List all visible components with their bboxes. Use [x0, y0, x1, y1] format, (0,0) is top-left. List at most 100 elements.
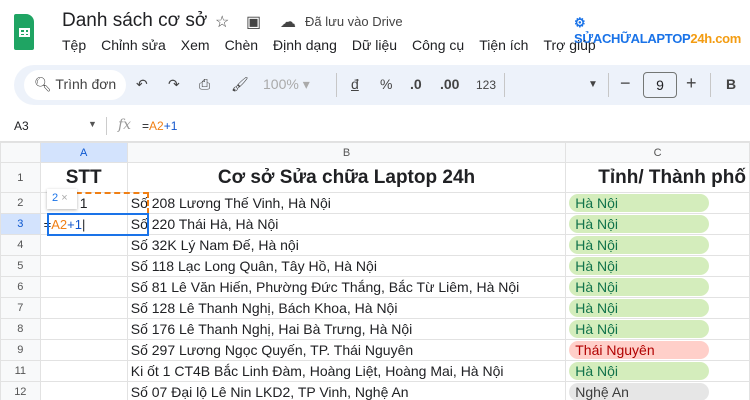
percent-button[interactable]: %	[380, 76, 392, 92]
increase-font-size-button[interactable]: +	[686, 73, 697, 94]
cell-address[interactable]: Số 128 Lê Thanh Nghị, Bách Khoa, Hà Nội	[126, 297, 567, 319]
column-header-c[interactable]: C	[565, 142, 750, 163]
cell-province[interactable]: Hà Nội	[565, 360, 750, 382]
spreadsheet-grid[interactable]: A B C 1 STT Cơ sở Sửa chữa Laptop 24h Tỉ…	[0, 142, 750, 400]
cell-stt[interactable]	[39, 318, 128, 340]
cell-stt[interactable]	[39, 381, 128, 400]
print-icon[interactable]: ⎙	[199, 76, 210, 93]
menu-item[interactable]: Tệp	[62, 37, 86, 53]
cell-province[interactable]: Hà Nội	[565, 213, 750, 235]
cell-address[interactable]: Số 297 Lương Ngọc Quyến, TP. Thái Nguyên	[126, 339, 567, 361]
menu-item[interactable]: Chỉnh sửa	[101, 37, 166, 53]
cell-stt[interactable]	[39, 255, 128, 277]
formula-ref: A2	[149, 119, 164, 133]
formula-eq: =	[142, 119, 150, 133]
province-chip[interactable]: Hà Nội	[569, 278, 710, 296]
cell-address[interactable]: Số 118 Lạc Long Quân, Tây Hồ, Hà Nội	[126, 255, 567, 277]
menu-item[interactable]: Định dạng	[273, 37, 337, 53]
row-header[interactable]: 12	[0, 381, 41, 400]
table-row: 11 Ki ốt 1 CT4B Bắc Linh Đàm, Hoàng Liệt,…	[0, 360, 750, 382]
paint-format-icon[interactable]: 🖌︎	[231, 76, 249, 93]
zoom-select[interactable]: 100% ▾	[263, 76, 310, 93]
formula-input[interactable]: =A2+1	[142, 119, 177, 133]
menu-item[interactable]: Dữ liệu	[352, 37, 397, 53]
cell-address[interactable]: Số 81 Lê Văn Hiến, Phường Đức Thắng, Bắc…	[126, 276, 567, 298]
row-header[interactable]: 6	[0, 276, 41, 298]
cell-province[interactable]: Nghệ An	[565, 381, 750, 400]
cell-province[interactable]: Hà Nội	[565, 234, 750, 256]
column-header-a[interactable]: A	[39, 142, 128, 163]
bold-button[interactable]: B	[726, 76, 736, 92]
sheets-logo[interactable]	[14, 14, 34, 50]
cell-province[interactable]: Hà Nội	[565, 318, 750, 340]
province-chip[interactable]: Hà Nội	[569, 215, 710, 233]
value-preview-tooltip: 2 ×	[47, 189, 77, 209]
row-header[interactable]: 7	[0, 297, 41, 319]
decrease-decimal-button[interactable]: .0	[410, 76, 422, 92]
zoom-value: 100%	[263, 76, 299, 92]
province-chip[interactable]: Hà Nội	[569, 194, 710, 212]
formula-rest: +1	[163, 119, 178, 133]
cell-stt[interactable]	[39, 360, 128, 382]
increase-decimal-button[interactable]: .00	[440, 76, 459, 92]
cell-province[interactable]: Hà Nội	[565, 276, 750, 298]
cell-address[interactable]: Số 176 Lê Thanh Nghị, Hai Bà Trưng, Hà N…	[126, 318, 567, 340]
column-header-b[interactable]: B	[126, 142, 567, 163]
cell-address[interactable]: Số 220 Thái Hà, Hà Nội	[126, 213, 567, 235]
table-row: 6 Số 81 Lê Văn Hiến, Phường Đức Thắng, Bắ…	[0, 276, 750, 298]
row-header[interactable]: 2	[0, 192, 41, 214]
move-folder-icon[interactable]: ▣	[246, 12, 261, 32]
cloud-saved-icon[interactable]: ☁	[280, 12, 296, 32]
cell-province[interactable]: Thái Nguyên	[565, 339, 750, 361]
table-row: 4 Số 32K Lý Nam Đế, Hà nội Hà Nội	[0, 234, 750, 256]
name-box-dropdown-icon[interactable]: ▼	[88, 119, 97, 129]
province-chip[interactable]: Hà Nội	[569, 320, 710, 338]
menu-item[interactable]: Tiện ích	[479, 37, 528, 53]
cell-province[interactable]: Hà Nội	[565, 255, 750, 277]
menu-item[interactable]: Công cụ	[412, 37, 464, 53]
cell-stt[interactable]	[39, 276, 128, 298]
province-chip[interactable]: Thái Nguyên	[569, 341, 710, 359]
header-cell-stt[interactable]: STT	[39, 162, 128, 193]
decrease-font-size-button[interactable]: −	[620, 73, 631, 94]
header-cell-name[interactable]: Cơ sở Sửa chữa Laptop 24h	[126, 162, 567, 193]
row-header[interactable]: 3	[0, 213, 41, 235]
menu-search[interactable]: 🔍︎ Trình đơn	[24, 70, 126, 100]
cell-stt[interactable]	[39, 339, 128, 361]
cell-stt[interactable]	[39, 234, 128, 256]
currency-button[interactable]: đ	[351, 76, 359, 92]
undo-icon[interactable]: ↶	[136, 76, 148, 93]
font-dropdown-icon[interactable]: ▼	[588, 79, 598, 90]
cell-stt[interactable]	[39, 297, 128, 319]
row-header[interactable]: 11	[0, 360, 41, 382]
document-title[interactable]: Danh sách cơ sở	[62, 10, 207, 32]
province-chip[interactable]: Nghệ An	[569, 383, 710, 400]
cell-address[interactable]: Ki ốt 1 CT4B Bắc Linh Đàm, Hoàng Liệt, H…	[126, 360, 567, 382]
menu-item[interactable]: Chèn	[225, 37, 258, 53]
cell-address[interactable]: Số 208 Lương Thế Vinh, Hà Nội	[126, 192, 567, 214]
row-header[interactable]: 5	[0, 255, 41, 277]
province-chip[interactable]: Hà Nội	[569, 299, 710, 317]
cell-province[interactable]: Hà Nội	[565, 192, 750, 214]
menu-item[interactable]: Trợ giúp	[543, 37, 595, 53]
cell-province[interactable]: Hà Nội	[565, 297, 750, 319]
cell-address[interactable]: Số 32K Lý Nam Đế, Hà nội	[126, 234, 567, 256]
row-header[interactable]: 1	[0, 162, 41, 193]
active-cell-outline	[47, 213, 149, 236]
row-header[interactable]: 4	[0, 234, 41, 256]
close-icon[interactable]: ×	[61, 192, 67, 204]
redo-icon[interactable]: ↷	[168, 76, 180, 93]
star-icon[interactable]: ☆	[215, 12, 229, 32]
province-chip[interactable]: Hà Nội	[569, 257, 710, 275]
row-header[interactable]: 8	[0, 318, 41, 340]
more-formats-button[interactable]: 123	[476, 78, 496, 92]
name-box[interactable]: A3	[14, 119, 29, 133]
select-all-corner[interactable]	[0, 142, 41, 163]
menu-item[interactable]: Xem	[181, 37, 210, 53]
cell-address[interactable]: Số 07 Đại lộ Lê Nin LKD2, TP Vinh, Nghệ …	[126, 381, 567, 400]
font-size-input[interactable]: 9	[643, 72, 677, 98]
province-chip[interactable]: Hà Nội	[569, 236, 710, 254]
header-cell-province[interactable]: Tỉnh/ Thành phố	[565, 162, 750, 193]
province-chip[interactable]: Hà Nội	[569, 362, 710, 380]
row-header[interactable]: 9	[0, 339, 41, 361]
